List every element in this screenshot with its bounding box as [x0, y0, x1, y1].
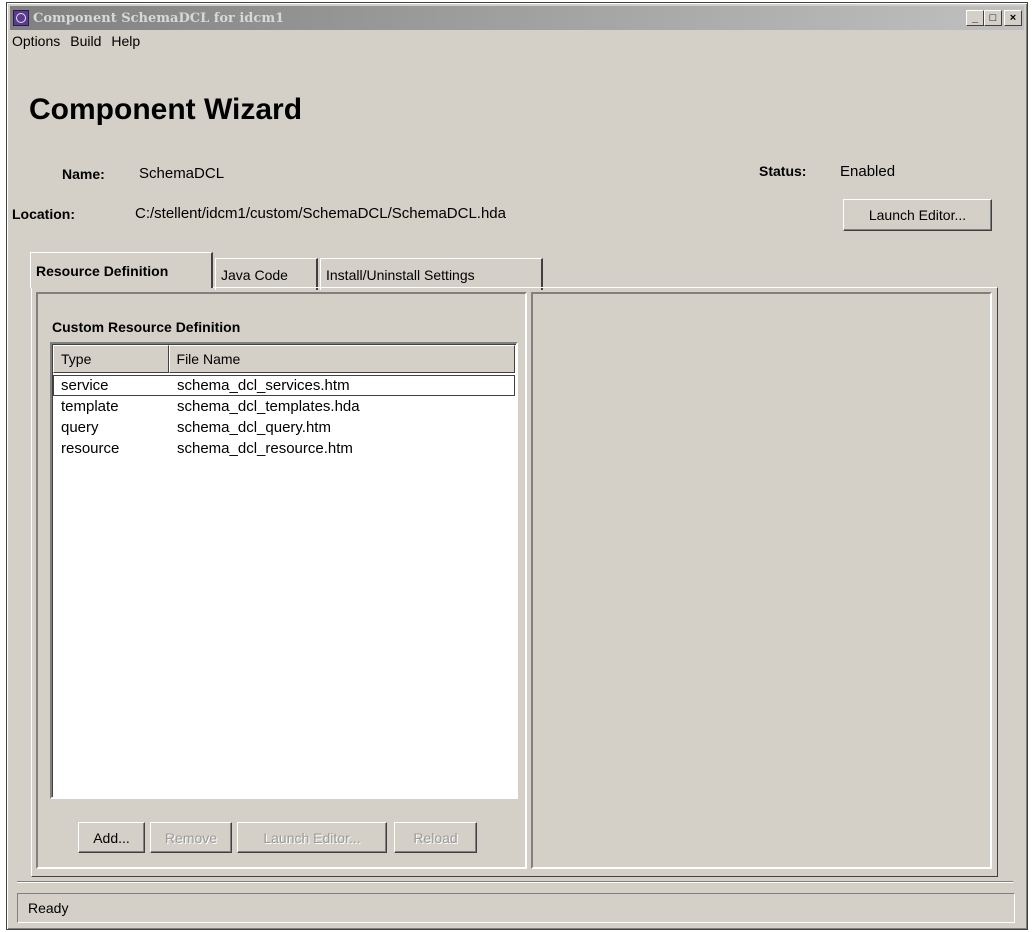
table-row[interactable]: query schema_dcl_query.htm — [53, 417, 515, 438]
resource-definition-panel: Custom Resource Definition Type File Nam… — [36, 292, 527, 869]
minimize-icon: _ — [971, 11, 979, 24]
status-label: Status: — [759, 163, 807, 179]
add-button[interactable]: Add... — [78, 822, 145, 853]
page-title: Component Wizard — [29, 93, 303, 126]
column-header-type[interactable]: Type — [53, 345, 169, 373]
component-wizard-window: Component SchemaDCL for idcm1 _ □ × Opti… — [6, 2, 1028, 930]
tab-resource-definition[interactable]: Resource Definition — [30, 252, 213, 288]
location-label: Location: — [12, 206, 75, 222]
resource-table: Type File Name service schema_dcl_servic… — [50, 342, 518, 799]
table-row[interactable]: template schema_dcl_templates.hda — [53, 396, 515, 417]
detail-panel — [531, 292, 992, 869]
menu-help[interactable]: Help — [106, 33, 145, 49]
cell-type: service — [61, 377, 109, 394]
status-bar: Ready — [17, 893, 1015, 923]
launch-editor-button[interactable]: Launch Editor... — [843, 199, 992, 231]
section-title: Custom Resource Definition — [52, 319, 241, 335]
window-title: Component SchemaDCL for idcm1 — [33, 10, 285, 26]
cell-file-name: schema_dcl_templates.hda — [177, 398, 360, 415]
table-header: Type File Name — [53, 345, 515, 373]
name-label: Name: — [62, 166, 105, 182]
cell-file-name: schema_dcl_query.htm — [177, 419, 331, 436]
tab-java-code[interactable]: Java Code — [215, 258, 318, 290]
title-bar[interactable]: Component SchemaDCL for idcm1 _ □ × — [10, 6, 1024, 30]
column-header-file-name[interactable]: File Name — [168, 345, 515, 373]
menu-bar: Options Build Help — [10, 30, 1024, 52]
name-value: SchemaDCL — [139, 165, 225, 182]
maximize-button[interactable]: □ — [984, 10, 1002, 26]
launch-editor-resource-button[interactable]: Launch Editor... — [237, 822, 387, 853]
table-row[interactable]: resource schema_dcl_resource.htm — [53, 438, 515, 459]
cell-type: query — [61, 419, 99, 436]
cell-file-name: schema_dcl_services.htm — [177, 377, 350, 394]
remove-button[interactable]: Remove — [150, 822, 232, 853]
window-controls: _ □ × — [966, 10, 1022, 26]
reload-button[interactable]: Reload — [394, 822, 477, 853]
tab-install-uninstall-settings[interactable]: Install/Uninstall Settings — [320, 258, 543, 290]
close-icon: × — [1009, 11, 1017, 24]
menu-build[interactable]: Build — [65, 33, 106, 49]
maximize-icon: □ — [989, 11, 997, 24]
cell-file-name: schema_dcl_resource.htm — [177, 440, 353, 457]
cell-type: resource — [61, 440, 120, 457]
menu-options[interactable]: Options — [10, 33, 65, 49]
location-value: C:/stellent/idcm1/custom/SchemaDCL/Schem… — [135, 205, 506, 222]
divider — [17, 881, 1013, 883]
status-value: Enabled — [840, 163, 896, 180]
tab-panel: Custom Resource Definition Type File Nam… — [31, 287, 998, 877]
table-body: service schema_dcl_services.htm template… — [53, 375, 515, 459]
app-icon — [13, 10, 29, 26]
table-row[interactable]: service schema_dcl_services.htm — [53, 375, 515, 396]
close-button[interactable]: × — [1004, 10, 1022, 26]
minimize-button[interactable]: _ — [966, 10, 984, 26]
cell-type: template — [61, 398, 119, 415]
